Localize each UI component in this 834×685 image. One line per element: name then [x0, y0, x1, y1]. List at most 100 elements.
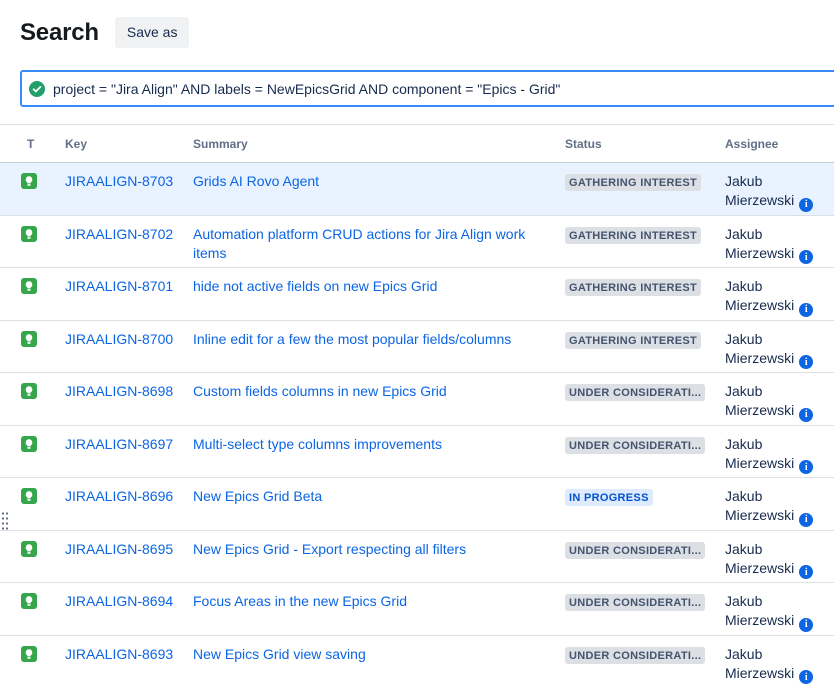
- info-icon[interactable]: i: [799, 303, 813, 317]
- jql-query-input[interactable]: project = "Jira Align" AND labels = NewE…: [20, 70, 834, 107]
- issue-key-link[interactable]: JIRAALIGN-8698: [65, 383, 173, 399]
- info-icon[interactable]: i: [799, 355, 813, 369]
- type-cell: [20, 531, 65, 565]
- key-cell: JIRAALIGN-8698: [65, 373, 193, 404]
- table-row[interactable]: JIRAALIGN-8695 New Epics Grid - Export r…: [0, 531, 834, 584]
- assignee-name: Jakub Mierzewski: [725, 173, 794, 208]
- type-cell: [20, 583, 65, 617]
- info-icon[interactable]: i: [799, 670, 813, 684]
- issue-key-link[interactable]: JIRAALIGN-8701: [65, 278, 173, 294]
- issue-key-link[interactable]: JIRAALIGN-8696: [65, 488, 173, 504]
- idea-type-icon: [21, 488, 37, 504]
- status-badge: UNDER CONSIDERATI...: [565, 647, 705, 664]
- status-badge: UNDER CONSIDERATI...: [565, 594, 705, 611]
- info-icon[interactable]: i: [799, 250, 813, 264]
- status-cell: UNDER CONSIDERATI...: [565, 426, 725, 462]
- column-header-type[interactable]: T: [20, 125, 65, 162]
- assignee-cell: Jakub Mierzewskii: [725, 321, 834, 373]
- assignee-name: Jakub Mierzewski: [725, 436, 794, 471]
- info-icon[interactable]: i: [799, 198, 813, 212]
- summary-cell: Focus Areas in the new Epics Grid: [193, 583, 565, 614]
- status-badge: GATHERING INTEREST: [565, 227, 701, 244]
- idea-type-icon: [21, 278, 37, 294]
- summary-cell: hide not active fields on new Epics Grid: [193, 268, 565, 299]
- table-row[interactable]: JIRAALIGN-8694 Focus Areas in the new Ep…: [0, 583, 834, 636]
- table-row[interactable]: JIRAALIGN-8697 Multi-select type columns…: [0, 426, 834, 479]
- type-cell: [20, 268, 65, 302]
- idea-type-icon: [21, 383, 37, 399]
- issue-summary-link[interactable]: Multi-select type columns improvements: [193, 436, 442, 452]
- assignee-cell: Jakub Mierzewski i: [725, 531, 834, 583]
- page-title: Search: [20, 19, 99, 47]
- column-header-key[interactable]: Key: [65, 125, 193, 162]
- assignee-name: Jakub Mierzewski: [725, 541, 794, 576]
- issue-key-link[interactable]: JIRAALIGN-8694: [65, 593, 173, 609]
- table-row[interactable]: JIRAALIGN-8700 Inline edit for a few the…: [0, 321, 834, 374]
- table-row[interactable]: JIRAALIGN-8693 New Epics Grid view savin…: [0, 636, 834, 685]
- assignee-name: Jakub Mierzewski: [725, 593, 794, 628]
- info-icon[interactable]: i: [799, 618, 813, 632]
- save-as-button[interactable]: Save as: [115, 17, 190, 48]
- status-badge: UNDER CONSIDERATI...: [565, 437, 705, 454]
- issue-summary-link[interactable]: Focus Areas in the new Epics Grid: [193, 593, 407, 609]
- column-header-summary[interactable]: Summary: [193, 125, 565, 162]
- issue-key-link[interactable]: JIRAALIGN-8695: [65, 541, 173, 557]
- type-cell: [20, 163, 65, 197]
- info-icon[interactable]: i: [799, 565, 813, 579]
- status-badge: IN PROGRESS: [565, 489, 653, 506]
- idea-type-icon: [21, 226, 37, 242]
- key-cell: JIRAALIGN-8700: [65, 321, 193, 352]
- type-cell: [20, 373, 65, 407]
- issue-summary-link[interactable]: Grids AI Rovo Agent: [193, 173, 319, 189]
- info-icon[interactable]: i: [799, 460, 813, 474]
- issue-summary-link[interactable]: Inline edit for a few the most popular f…: [193, 331, 511, 347]
- issue-key-link[interactable]: JIRAALIGN-8693: [65, 646, 173, 662]
- jql-search-bar: project = "Jira Align" AND labels = NewE…: [20, 70, 834, 107]
- type-cell: [20, 636, 65, 670]
- status-badge: GATHERING INTEREST: [565, 174, 701, 191]
- assignee-cell: Jakub Mierzewski i: [725, 583, 834, 635]
- status-badge: UNDER CONSIDERATI...: [565, 542, 705, 559]
- issue-key-link[interactable]: JIRAALIGN-8703: [65, 173, 173, 189]
- status-cell: UNDER CONSIDERATI...: [565, 531, 725, 567]
- jql-query-text: project = "Jira Align" AND labels = NewE…: [53, 81, 560, 97]
- idea-type-icon: [21, 646, 37, 662]
- status-cell: IN PROGRESS: [565, 478, 725, 514]
- drag-handle[interactable]: [1, 511, 8, 531]
- issue-table: T Key Summary Status Assignee JIRAALIGN-…: [0, 124, 834, 685]
- key-cell: JIRAALIGN-8701: [65, 268, 193, 299]
- assignee-name: Jakub Mierzewski: [725, 646, 794, 681]
- info-icon[interactable]: i: [799, 408, 813, 422]
- issue-key-link[interactable]: JIRAALIGN-8700: [65, 331, 173, 347]
- summary-cell: Inline edit for a few the most popular f…: [193, 321, 565, 352]
- issue-summary-link[interactable]: New Epics Grid Beta: [193, 488, 322, 504]
- issue-key-link[interactable]: JIRAALIGN-8697: [65, 436, 173, 452]
- column-header-assignee[interactable]: Assignee: [725, 125, 834, 162]
- table-row[interactable]: JIRAALIGN-8696 New Epics Grid Beta IN PR…: [0, 478, 834, 531]
- table-row[interactable]: JIRAALIGN-8702 Automation platform CRUD …: [0, 216, 834, 269]
- assignee-cell: Jakub Mierzewskii: [725, 373, 834, 425]
- summary-cell: Automation platform CRUD actions for Jir…: [193, 216, 565, 266]
- assignee-name: Jakub Mierzewski: [725, 278, 794, 313]
- status-badge: GATHERING INTEREST: [565, 279, 701, 296]
- issue-summary-link[interactable]: hide not active fields on new Epics Grid: [193, 278, 437, 294]
- issue-summary-link[interactable]: New Epics Grid view saving: [193, 646, 366, 662]
- page-header: Search Save as: [0, 0, 834, 48]
- issue-summary-link[interactable]: New Epics Grid - Export respecting all f…: [193, 541, 466, 557]
- idea-type-icon: [21, 593, 37, 609]
- column-header-status[interactable]: Status: [565, 125, 725, 162]
- table-row[interactable]: JIRAALIGN-8703 Grids AI Rovo Agent GATHE…: [0, 163, 834, 216]
- summary-cell: New Epics Grid Beta: [193, 478, 565, 509]
- idea-type-icon: [21, 331, 37, 347]
- assignee-cell: Jakub Mierzewski i: [725, 268, 834, 320]
- assignee-cell: Jakub Mierzewski i: [725, 163, 834, 215]
- info-icon[interactable]: i: [799, 513, 813, 527]
- issue-summary-link[interactable]: Automation platform CRUD actions for Jir…: [193, 226, 525, 261]
- issue-summary-link[interactable]: Custom fields columns in new Epics Grid: [193, 383, 447, 399]
- table-row[interactable]: JIRAALIGN-8701 hide not active fields on…: [0, 268, 834, 321]
- table-row[interactable]: JIRAALIGN-8698 Custom fields columns in …: [0, 373, 834, 426]
- key-cell: JIRAALIGN-8693: [65, 636, 193, 667]
- valid-query-check-icon: [29, 81, 45, 97]
- issue-key-link[interactable]: JIRAALIGN-8702: [65, 226, 173, 242]
- status-cell: GATHERING INTEREST: [565, 163, 725, 199]
